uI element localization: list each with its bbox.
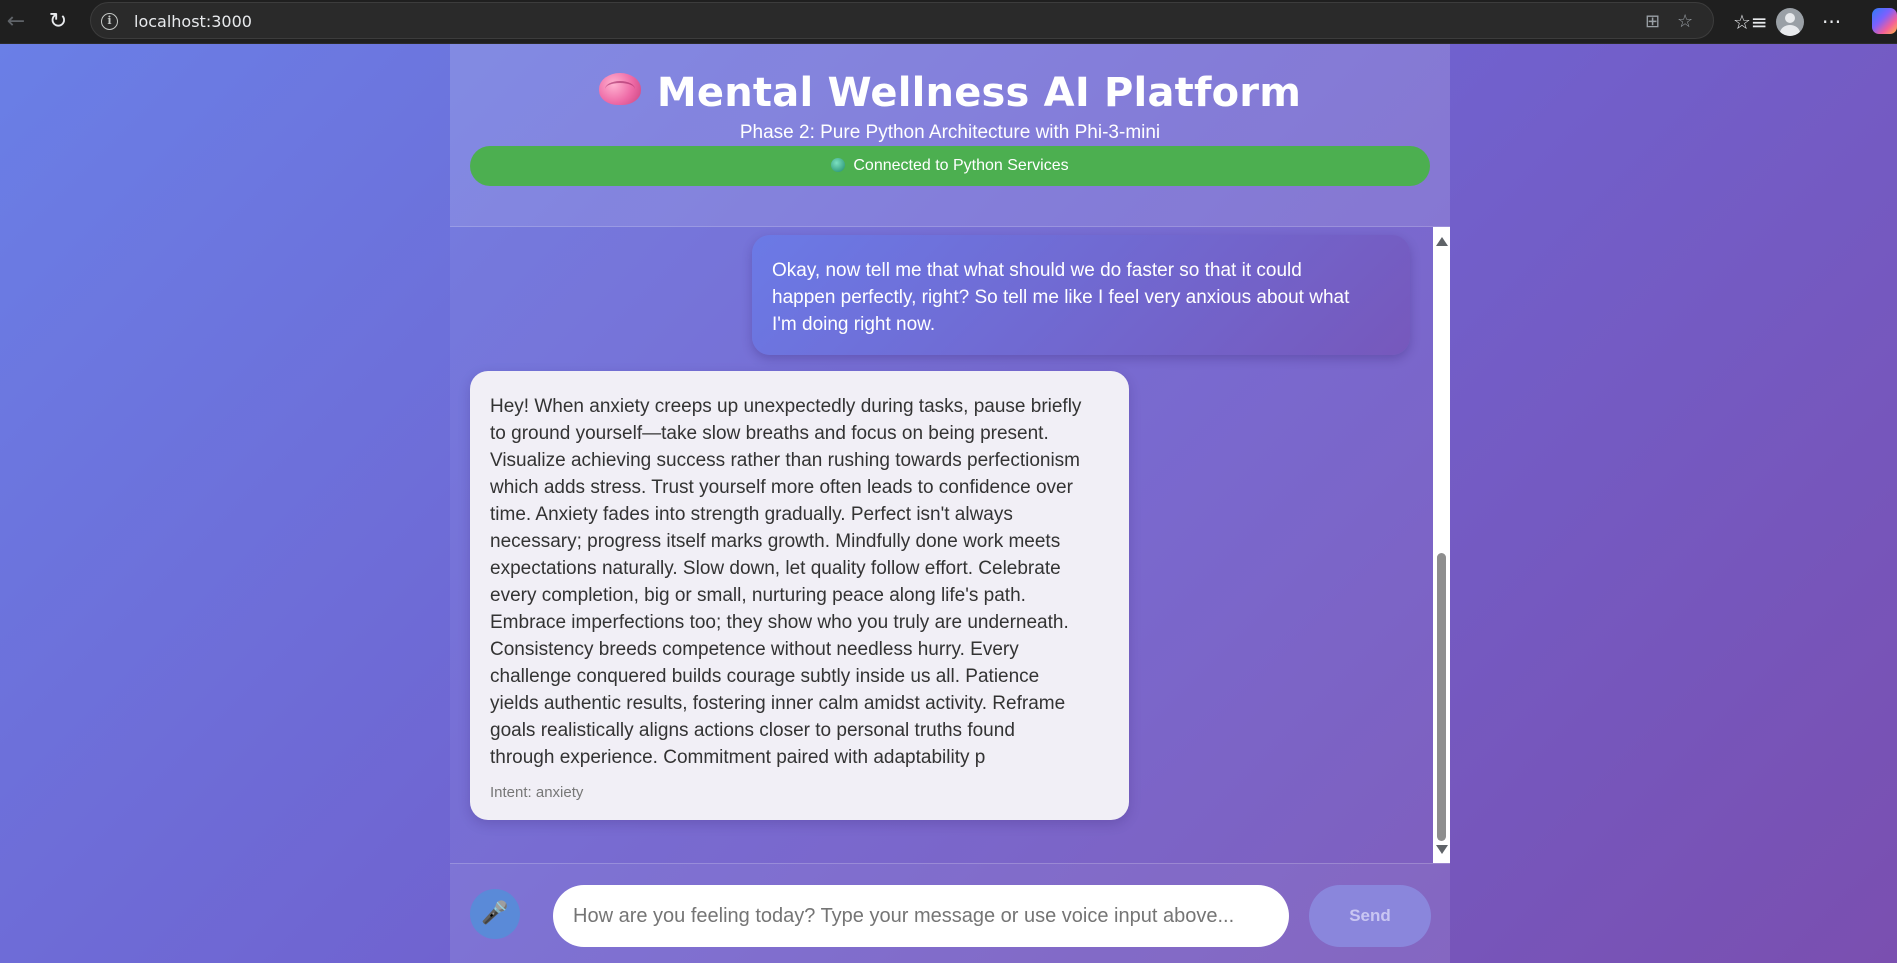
message-input[interactable] <box>553 885 1289 947</box>
message-line: which adds stress. Trust yourself more o… <box>490 477 1073 498</box>
message-line: happen perfectly, right? So tell me like… <box>772 287 1350 308</box>
address-url[interactable]: localhost:3000 <box>134 12 252 31</box>
message-line: goals realistically aligns actions close… <box>490 720 1015 741</box>
connection-status-text: Connected to Python Services <box>853 157 1069 174</box>
message-line: through experience. Commitment paired wi… <box>490 747 986 768</box>
app-header: Mental Wellness AI Platform Phase 2: Pur… <box>450 44 1450 227</box>
message-line: I'm doing right now. <box>772 314 936 335</box>
message-line: time. Anxiety fades into strength gradua… <box>490 504 1013 525</box>
reload-icon[interactable]: ↻ <box>44 8 72 36</box>
message-line: challenge conquered builds courage subtl… <box>490 666 1040 687</box>
intent-label: Intent: anxiety <box>490 784 584 801</box>
message-scrollbar[interactable] <box>1433 227 1450 863</box>
message-line: Hey! When anxiety creeps up unexpectedly… <box>490 396 1082 417</box>
scroll-down-arrow-icon[interactable] <box>1436 845 1448 854</box>
browser-toolbar: ← ↻ i localhost:3000 ⊞ ☆ ☆≡ ··· <box>0 0 1897 44</box>
title-row: Mental Wellness AI Platform <box>450 70 1450 116</box>
assistant-message-bubble: Hey! When anxiety creeps up unexpectedly… <box>470 371 1129 820</box>
message-line: Consistency breeds competence without ne… <box>490 639 1019 660</box>
address-bar[interactable]: i localhost:3000 ⊞ ☆ <box>90 2 1714 39</box>
message-line: expectations naturally. Slow down, let q… <box>490 558 1061 579</box>
app-available-icon[interactable]: ⊞ <box>1645 11 1660 32</box>
composer: 🎤 Send <box>450 863 1450 963</box>
back-arrow-icon[interactable]: ← <box>2 8 30 36</box>
message-line: Visualize achieving success rather than … <box>490 450 1081 471</box>
favorites-list-icon[interactable]: ☆≡ <box>1733 8 1768 36</box>
message-line: necessary; progress itself marks growth.… <box>490 531 1061 552</box>
connection-status-badge: Connected to Python Services <box>470 146 1430 186</box>
info-icon[interactable]: i <box>101 13 118 30</box>
scroll-up-arrow-icon[interactable] <box>1436 237 1448 246</box>
microphone-icon[interactable]: 🎤 <box>470 889 520 939</box>
user-message-bubble: Okay, now tell me that what should we do… <box>752 235 1410 355</box>
chat-app: Mental Wellness AI Platform Phase 2: Pur… <box>450 44 1450 963</box>
page-background: Mental Wellness AI Platform Phase 2: Pur… <box>0 44 1897 963</box>
status-dot-icon <box>831 158 846 172</box>
profile-icon[interactable] <box>1776 8 1804 36</box>
brain-icon <box>598 71 641 107</box>
page-subtitle: Phase 2: Pure Python Architecture with P… <box>739 122 1161 143</box>
favorite-star-icon[interactable]: ☆ <box>1677 11 1693 32</box>
message-line: Okay, now tell me that what should we do… <box>772 260 1302 281</box>
copilot-icon[interactable] <box>1872 8 1897 34</box>
send-button[interactable]: Send <box>1309 885 1431 947</box>
message-line: every completion, big or small, nurturin… <box>490 585 1026 606</box>
message-line: to ground yourself—take slow breaths and… <box>490 423 1049 444</box>
message-line: Embrace imperfections too; they show who… <box>490 612 1069 633</box>
page-title: Mental Wellness AI Platform <box>656 70 1302 116</box>
scrollbar-thumb[interactable] <box>1437 553 1446 841</box>
message-list[interactable]: Okay, now tell me that what should we do… <box>450 227 1450 863</box>
more-menu-icon[interactable]: ··· <box>1822 8 1841 36</box>
message-line: yields authentic results, fostering inne… <box>490 693 1066 714</box>
